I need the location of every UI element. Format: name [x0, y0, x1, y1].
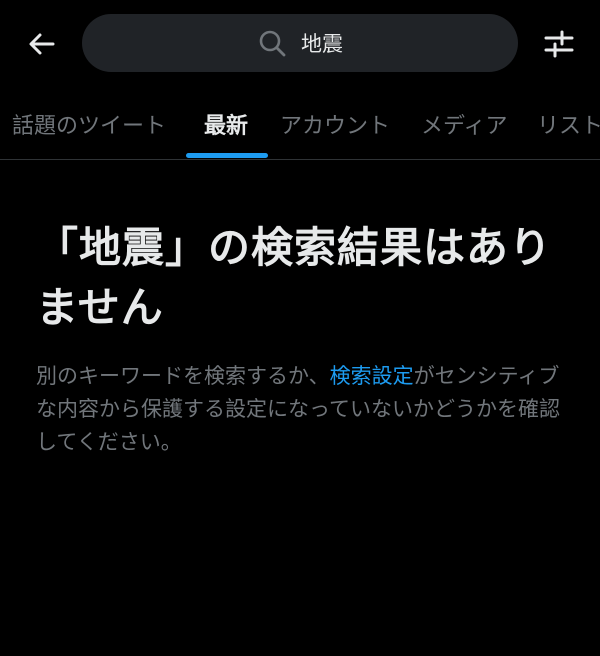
tab-top[interactable]: 話題のツイート: [12, 96, 166, 159]
search-tabs: 話題のツイート 最新 アカウント メディア リスト: [0, 96, 600, 160]
message-text-before: 別のキーワードを検索するか、: [36, 364, 330, 388]
empty-state-title: 「地震」の検索結果はありません: [36, 223, 553, 332]
empty-state-message: 別のキーワードを検索するか、検索設定がセンシティブな内容から保護する設定になって…: [36, 360, 566, 459]
tab-lists[interactable]: リスト: [537, 96, 600, 159]
search-input[interactable]: 地震: [82, 14, 518, 72]
active-tab-indicator: [186, 153, 268, 158]
tab-media[interactable]: メディア: [421, 96, 507, 159]
top-bar: 地震: [0, 0, 600, 86]
sliders-icon: [544, 30, 574, 58]
search-query-text: 地震: [301, 32, 343, 56]
empty-state: 「地震」の検索結果はありません 別のキーワードを検索するか、検索設定がセンシティ…: [36, 218, 566, 459]
search-results-screen: 地震 話題のツイート 最新 アカウント メディア リスト 「地震」の検索結果はあ…: [0, 0, 600, 656]
back-button[interactable]: [20, 22, 64, 66]
arrow-left-icon: [29, 33, 55, 55]
search-settings-link[interactable]: 検索設定: [330, 364, 414, 388]
filter-button[interactable]: [536, 22, 582, 66]
tab-latest[interactable]: 最新: [204, 96, 248, 159]
tab-accounts[interactable]: アカウント: [280, 96, 390, 159]
search-icon: [257, 28, 287, 58]
